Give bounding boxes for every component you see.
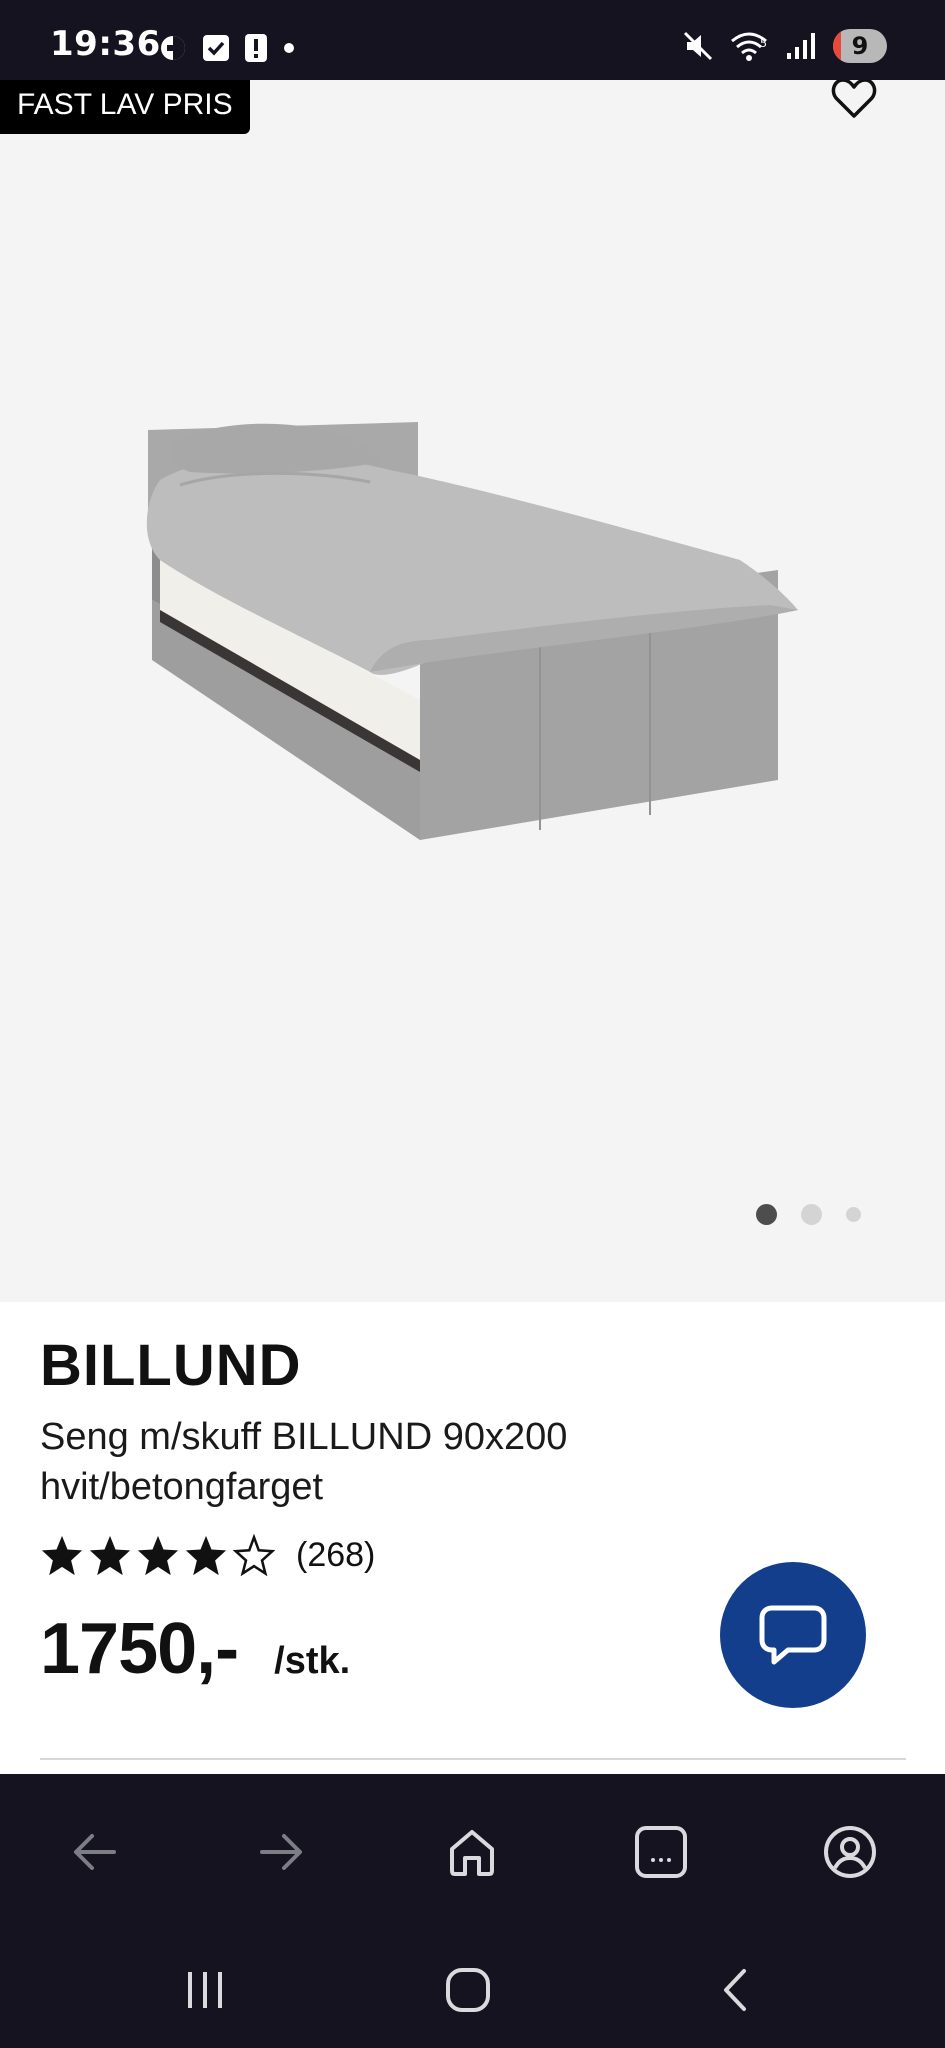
product-image-carousel[interactable]: FAST LAV PRIS: [0, 80, 945, 1302]
signal-icon: [787, 33, 815, 59]
checkbox-notification-icon: [203, 35, 229, 61]
star-filled-icon: [41, 1535, 83, 1576]
mute-icon: [683, 31, 713, 61]
product-description: Seng m/skuff BILLUND 90x200 hvit/betongf…: [40, 1416, 568, 1508]
carousel-indicator: [756, 1204, 861, 1225]
system-status-icons: 5 9: [681, 28, 887, 64]
star-filled-icon: [89, 1535, 131, 1576]
recent-apps-icon: [188, 1972, 222, 2008]
browser-profile-button[interactable]: [818, 1820, 882, 1884]
status-bar: 19:36 5 9: [0, 0, 945, 80]
arrow-left-icon: [74, 1834, 116, 1870]
product-price: 1750,-: [40, 1609, 239, 1689]
battery-indicator: 9: [833, 29, 887, 63]
product-brand: BILLUND: [40, 1333, 302, 1398]
profile-icon: [824, 1826, 876, 1878]
price-unit: /stk.: [274, 1640, 351, 1682]
carousel-dot-3[interactable]: [846, 1207, 861, 1222]
chat-bubble-icon: [759, 1605, 827, 1665]
browser-tabs-button[interactable]: [629, 1820, 693, 1884]
system-navigation-bar: [0, 1924, 945, 2048]
data-saver-icon: [161, 36, 185, 60]
product-image: [146, 422, 798, 840]
chat-button[interactable]: [720, 1562, 866, 1708]
star-filled-icon: [137, 1535, 179, 1576]
star-filled-icon: [185, 1535, 227, 1576]
browser-toolbar: [0, 1774, 945, 1924]
carousel-dot-1[interactable]: [756, 1204, 777, 1225]
product-rating[interactable]: (268): [40, 1534, 375, 1576]
status-time: 19:36: [50, 24, 161, 64]
divider: [40, 1758, 906, 1760]
alert-notification-icon: [245, 34, 267, 62]
home-icon: [450, 1830, 494, 1876]
chevron-left-icon: [724, 1969, 746, 2011]
wifi-icon: 5: [731, 32, 767, 61]
review-count: (268): [296, 1535, 376, 1574]
recent-apps-button[interactable]: [170, 1960, 240, 2020]
price-badge: FAST LAV PRIS: [0, 80, 250, 134]
browser-back-button[interactable]: [62, 1820, 126, 1884]
home-circle-icon: [446, 1968, 490, 2012]
star-empty-icon: [232, 1534, 276, 1576]
home-nav-button[interactable]: [433, 1960, 503, 2020]
more-dot-icon: [284, 43, 294, 53]
svg-text:5: 5: [760, 37, 767, 50]
back-nav-button[interactable]: [700, 1960, 770, 2020]
favorite-button[interactable]: [826, 80, 882, 126]
tabs-icon: [635, 1826, 687, 1878]
browser-home-button[interactable]: [440, 1820, 504, 1884]
browser-forward-button[interactable]: [250, 1820, 314, 1884]
notification-icons: [158, 33, 296, 63]
product-info: BILLUND Seng m/skuff BILLUND 90x200 hvit…: [0, 1302, 945, 1774]
heart-icon: [831, 80, 877, 118]
arrow-right-icon: [260, 1834, 302, 1870]
price-row: 1750,- /stk.: [40, 1608, 350, 1690]
carousel-dot-2[interactable]: [801, 1204, 822, 1225]
battery-level: 9: [851, 32, 869, 60]
